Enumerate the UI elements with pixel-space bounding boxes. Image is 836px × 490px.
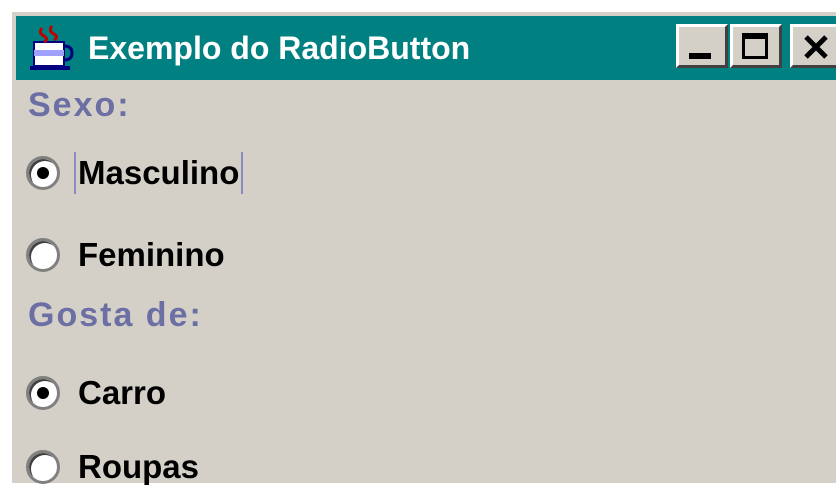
- radio-label-masculino[interactable]: Masculino: [74, 152, 244, 194]
- title-bar[interactable]: Exemplo do RadioButton: [16, 16, 836, 80]
- gosta-de-label: Gosta de:: [28, 296, 203, 334]
- minimize-button[interactable]: [676, 24, 728, 68]
- window-title: Exemplo do RadioButton: [88, 30, 471, 66]
- close-button[interactable]: [790, 24, 836, 68]
- java-cup-icon: [30, 25, 74, 70]
- sexo-label: Sexo:: [28, 86, 131, 124]
- radio-unselected-icon[interactable]: [26, 450, 60, 484]
- radio-dot: [37, 167, 49, 179]
- radio-label-roupas[interactable]: Roupas: [78, 446, 199, 488]
- maximize-button[interactable]: [730, 24, 782, 68]
- radio-label-feminino[interactable]: Feminino: [78, 234, 225, 276]
- maximize-icon: [742, 33, 768, 59]
- close-icon: [804, 35, 828, 59]
- minimize-icon: [689, 53, 711, 59]
- radio-unselected-icon[interactable]: [26, 238, 60, 272]
- app-window: Exemplo do RadioButton Sexo: Masculino F…: [10, 10, 836, 485]
- radio-selected-icon[interactable]: [26, 376, 60, 410]
- radio-selected-icon[interactable]: [26, 156, 60, 190]
- radio-dot: [37, 387, 49, 399]
- radio-label-carro[interactable]: Carro: [78, 372, 166, 414]
